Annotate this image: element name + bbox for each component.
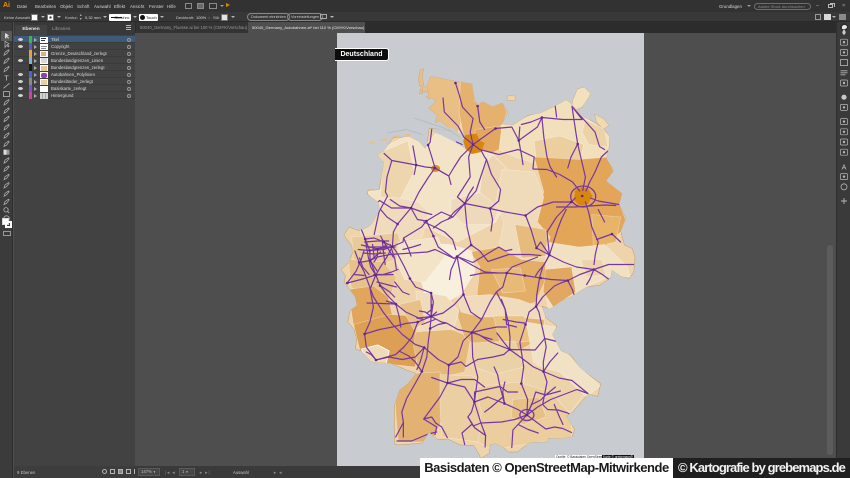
svg-text:T: T <box>4 74 9 83</box>
svg-text:A: A <box>842 164 847 171</box>
